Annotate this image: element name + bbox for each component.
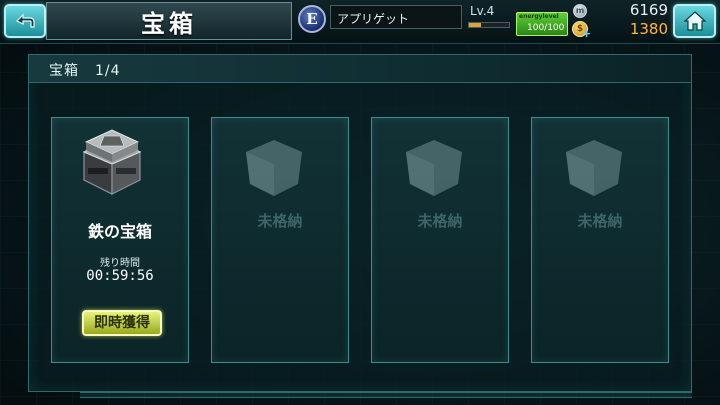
- empty-slot-label: 未格納: [417, 212, 463, 230]
- screen-title: 宝箱: [141, 9, 197, 38]
- back-button[interactable]: [4, 4, 46, 38]
- rank-letter: E: [306, 10, 318, 28]
- chest-slot-1[interactable]: 鉄の宝箱 残り時間 00:59:56 即時獲得: [51, 117, 189, 363]
- player-name[interactable]: アプリゲット: [330, 5, 462, 29]
- gold-count: 1380: [629, 20, 668, 38]
- empty-chest-silhouette-icon: [406, 140, 462, 196]
- back-arrow-icon: [15, 13, 35, 28]
- empty-chest-silhouette-icon: [246, 140, 302, 196]
- chest-slots: 鉄の宝箱 残り時間 00:59:56 即時獲得 未格納 未格納 未格納: [51, 117, 671, 367]
- coin-icon: m: [573, 4, 587, 18]
- chest-name: 鉄の宝箱: [87, 222, 152, 241]
- level-indicator: Lv.4: [466, 4, 512, 30]
- energy-label: energylevel: [519, 13, 559, 20]
- panel-header: 宝箱 1/4: [29, 55, 691, 83]
- home-button[interactable]: [673, 4, 716, 38]
- instant-acquire-button[interactable]: 即時獲得: [82, 310, 162, 336]
- slot-count: 1/4: [95, 63, 121, 79]
- coin-count: 6169: [629, 1, 668, 19]
- top-bar: 宝箱 E アプリゲット Lv.4 energylevel 100/100 m 6…: [0, 0, 720, 44]
- treasure-box-panel: 宝箱 1/4 鉄の宝箱 残り時間 00:59:56 即時獲得 未格納 未格納 未…: [28, 54, 692, 392]
- home-icon: [682, 11, 707, 31]
- remaining-time-label: 残り時間: [100, 258, 140, 269]
- iron-chest-icon: [82, 129, 142, 195]
- bottom-frame-bar: [80, 392, 692, 398]
- empty-slot-label: 未格納: [577, 212, 623, 230]
- panel-title: 宝箱 1/4: [49, 60, 121, 80]
- empty-slot-label: 未格納: [257, 212, 303, 230]
- energy-value: 100/100: [527, 23, 565, 33]
- level-label: Lv.4: [470, 4, 495, 18]
- panel-title-text: 宝箱: [49, 63, 79, 79]
- level-progress-bar: [468, 22, 510, 28]
- level-progress-fill: [469, 23, 481, 27]
- add-currency-icon[interactable]: +: [582, 27, 591, 40]
- energy-gauge[interactable]: energylevel 100/100: [516, 12, 568, 36]
- screen-title-panel: 宝箱: [46, 2, 292, 40]
- chest-timer: 00:59:56: [86, 268, 154, 284]
- chest-slot-2[interactable]: 未格納: [211, 117, 349, 363]
- chest-slot-4[interactable]: 未格納: [531, 117, 669, 363]
- rank-emblem-icon[interactable]: E: [298, 5, 326, 33]
- empty-chest-silhouette-icon: [566, 140, 622, 196]
- chest-slot-3[interactable]: 未格納: [371, 117, 509, 363]
